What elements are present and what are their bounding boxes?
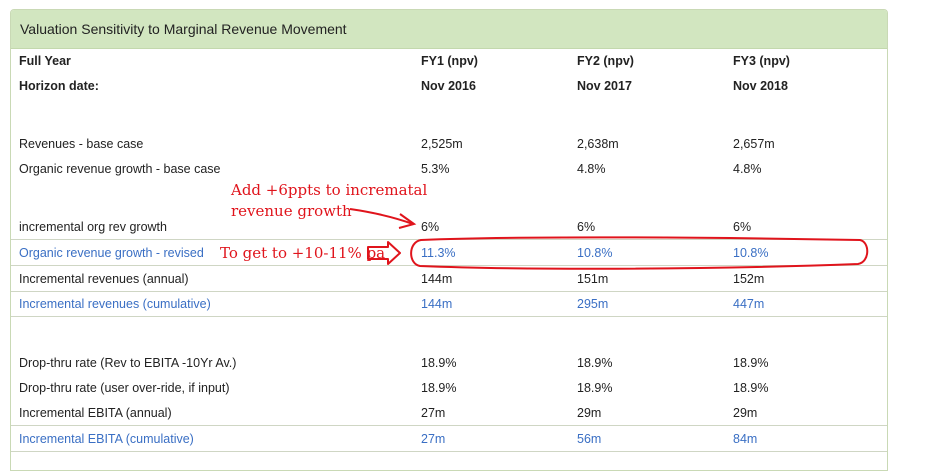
row-label: Horizon date:: [19, 79, 99, 93]
table-row: Incremental EBITA (annual) 27m 29m 29m: [11, 401, 887, 426]
fy2-value: 4.8%: [577, 162, 606, 176]
fy1-value: 5.3%: [421, 162, 450, 176]
fy3-value: 447m: [733, 297, 765, 311]
table-row: Incremental revenues (annual) 144m 151m …: [11, 267, 887, 292]
fy2-value: 18.9%: [577, 356, 613, 370]
fy2-value: 29m: [577, 406, 602, 420]
table-row: Drop-thru rate (user over-ride, if input…: [11, 376, 887, 400]
fy2-value: 6%: [577, 220, 596, 234]
annotation-note-line1: Add +6ppts to incrematal: [231, 181, 428, 199]
row-label: Revenues - base case: [19, 137, 144, 151]
row-label: Incremental revenues (cumulative): [19, 297, 211, 311]
fy2-header: FY2 (npv): [577, 54, 634, 68]
fy2-value: 2,638m: [577, 137, 619, 151]
row-label: Incremental EBITA (annual): [19, 406, 172, 420]
fy3-value: 152m: [733, 272, 765, 286]
fy1-value: 6%: [421, 220, 440, 234]
fy3-value: 18.9%: [733, 381, 769, 395]
table-row: Revenues - base case 2,525m 2,638m 2,657…: [11, 132, 887, 156]
fy1-value: 18.9%: [421, 381, 457, 395]
fy1-value: 27m: [421, 432, 446, 446]
table-row: Incremental EBITA (cumulative) 27m 56m 8…: [11, 427, 887, 452]
panel-title: Valuation Sensitivity to Marginal Revenu…: [11, 10, 887, 49]
row-label: Organic revenue growth - revised: [19, 246, 204, 260]
fy2-value: 18.9%: [577, 381, 613, 395]
fy2-value: 295m: [577, 297, 609, 311]
fy1-horizon: Nov 2016: [421, 79, 476, 93]
fy2-value: 10.8%: [577, 246, 613, 260]
fy3-horizon: Nov 2018: [733, 79, 788, 93]
fy1-value: 27m: [421, 406, 446, 420]
row-label: Drop-thru rate (user over-ride, if input…: [19, 381, 230, 395]
row-label: Incremental revenues (annual): [19, 272, 189, 286]
table-row: Organic revenue growth - base case 5.3% …: [11, 157, 887, 181]
row-label: Drop-thru rate (Rev to EBITA -10Yr Av.): [19, 356, 237, 370]
fy2-value: 151m: [577, 272, 609, 286]
fy1-value: 18.9%: [421, 356, 457, 370]
full-year-row: Full Year FY1 (npv) FY2 (npv) FY3 (npv): [11, 49, 887, 73]
fy1-value: 144m: [421, 272, 453, 286]
fy2-value: 56m: [577, 432, 602, 446]
fy1-value: 2,525m: [421, 137, 463, 151]
fy3-value: 18.9%: [733, 356, 769, 370]
fy1-value: 11.3%: [421, 246, 456, 260]
table-row: Drop-thru rate (Rev to EBITA -10Yr Av.) …: [11, 351, 887, 375]
fy1-header: FY1 (npv): [421, 54, 478, 68]
valuation-sensitivity-panel: Valuation Sensitivity to Marginal Revenu…: [10, 9, 888, 471]
table-row: Incremental revenues (cumulative) 144m 2…: [11, 292, 887, 317]
fy1-value: 144m: [421, 297, 453, 311]
fy3-value: 84m: [733, 432, 758, 446]
fy3-header: FY3 (npv): [733, 54, 790, 68]
row-label: Organic revenue growth - base case: [19, 162, 221, 176]
table-row: incremental org rev growth 6% 6% 6%: [11, 215, 887, 240]
table-row: Organic revenue growth - revised 11.3% 1…: [11, 241, 887, 266]
fy3-value: 10.8%: [733, 246, 769, 260]
fy3-value: 29m: [733, 406, 758, 420]
fy3-value: 2,657m: [733, 137, 775, 151]
row-label: incremental org rev growth: [19, 220, 167, 234]
fy3-value: 6%: [733, 220, 752, 234]
fy2-horizon: Nov 2017: [577, 79, 632, 93]
row-label: Incremental EBITA (cumulative): [19, 432, 194, 446]
annotation-note-line2: revenue growth: [231, 202, 352, 220]
horizon-date-row: Horizon date: Nov 2016 Nov 2017 Nov 2018: [11, 74, 887, 98]
annotation-note-target: To get to +10-11% pa: [220, 244, 386, 262]
fy3-value: 4.8%: [733, 162, 762, 176]
row-label: Full Year: [19, 54, 71, 68]
